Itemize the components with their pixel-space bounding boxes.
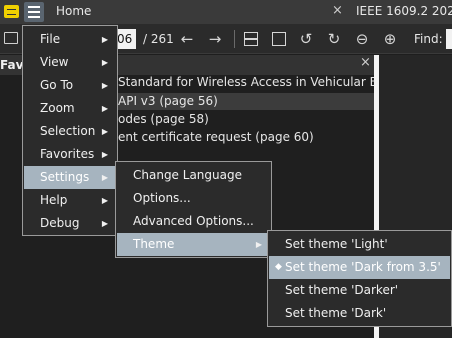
menu-item-label: Favorites	[40, 147, 95, 161]
submenu-arrow-icon: ▶	[101, 150, 108, 159]
menu-item-label: Settings	[40, 170, 90, 184]
rotate-right-icon[interactable]: ↻	[324, 29, 344, 49]
submenu-arrow-icon: ▶	[101, 219, 108, 228]
tab-close-icon[interactable]: ×	[332, 3, 343, 18]
toc-item[interactable]: API v3 (page 56)	[118, 94, 218, 108]
menu-item-zoom[interactable]: Zoom ▶	[24, 97, 116, 120]
find-label: Find:	[414, 32, 443, 46]
back-arrow-icon[interactable]: ←	[177, 29, 197, 49]
open-folder-icon[interactable]	[4, 32, 18, 44]
menu-item-theme-dark-from-3-5[interactable]: ◆ Set theme 'Dark from 3.5'	[269, 256, 450, 279]
title-bar: Home × IEEE 1609.2 2022	[0, 0, 452, 24]
zoom-out-icon[interactable]: ⊖	[352, 29, 372, 49]
submenu-arrow-icon: ▶	[101, 196, 108, 205]
panel-close-icon[interactable]: ×	[360, 55, 371, 70]
menu-item-theme-dark[interactable]: Set theme 'Dark'	[269, 302, 450, 325]
submenu-arrow-icon: ▶	[101, 58, 108, 67]
menu-item-label: Set theme 'Dark'	[285, 306, 387, 320]
submenu-arrow-icon: ▶	[255, 240, 262, 249]
tab-document[interactable]: IEEE 1609.2 2022	[356, 4, 452, 18]
submenu-arrow-icon: ▶	[101, 81, 108, 90]
submenu-arrow-icon: ▶	[101, 127, 108, 136]
hamburger-bar-icon	[28, 11, 40, 13]
menu-item-label: Debug	[40, 216, 80, 230]
toc-item[interactable]: odes (page 58)	[118, 112, 209, 126]
menu-item-label: Set theme 'Dark from 3.5'	[285, 260, 441, 274]
menu-item-label: Selection	[40, 124, 96, 138]
menu-item-label: Go To	[40, 78, 74, 92]
menu-item-label: File	[40, 32, 61, 46]
menu-item-selection[interactable]: Selection ▶	[24, 120, 116, 143]
menu-item-file[interactable]: File ▶	[24, 28, 116, 51]
toc-item[interactable]: Standard for Wireless Access in Vehicula…	[118, 75, 415, 89]
menu-item-theme[interactable]: Theme ▶	[117, 233, 270, 256]
hamburger-bar-icon	[28, 6, 40, 8]
theme-submenu: Set theme 'Light' ◆ Set theme 'Dark from…	[267, 230, 452, 327]
checked-diamond-icon: ◆	[275, 262, 282, 272]
rotate-left-icon[interactable]: ↺	[296, 29, 316, 49]
toc-item[interactable]: ent certificate request (page 60)	[118, 130, 314, 144]
menu-item-options[interactable]: Options...	[117, 187, 270, 210]
menu-item-label: Theme	[133, 237, 175, 251]
menu-item-advanced-options[interactable]: Advanced Options...	[117, 210, 270, 233]
main-menu: File ▶ View ▶ Go To ▶ Zoom ▶ Selection ▶…	[22, 25, 118, 236]
settings-submenu: Change Language Options... Advanced Opti…	[115, 161, 272, 258]
menu-item-debug[interactable]: Debug ▶	[24, 212, 116, 235]
menu-item-help[interactable]: Help ▶	[24, 189, 116, 212]
menu-item-change-language[interactable]: Change Language	[117, 164, 270, 187]
fit-page-icon[interactable]	[244, 32, 258, 46]
menu-item-label: Advanced Options...	[133, 214, 254, 228]
menu-item-label: Set theme 'Light'	[285, 237, 388, 251]
menu-item-settings[interactable]: Settings ▶	[24, 166, 116, 189]
menu-item-theme-light[interactable]: Set theme 'Light'	[269, 233, 450, 256]
hamburger-menu-button[interactable]	[24, 2, 44, 22]
submenu-arrow-icon: ▶	[101, 173, 108, 182]
menu-item-label: View	[40, 55, 69, 69]
find-input[interactable]	[446, 29, 452, 49]
menu-item-label: Options...	[133, 191, 191, 205]
zoom-in-icon[interactable]: ⊕	[380, 29, 400, 49]
app-logo-icon	[4, 5, 19, 18]
fit-width-icon[interactable]	[272, 32, 286, 46]
menu-item-go-to[interactable]: Go To ▶	[24, 74, 116, 97]
menu-item-label: Change Language	[133, 168, 242, 182]
page-number-input[interactable]: 06	[116, 29, 136, 49]
menu-item-label: Help	[40, 193, 68, 207]
menu-item-theme-darker[interactable]: Set theme 'Darker'	[269, 279, 450, 302]
toolbar-divider	[234, 30, 235, 48]
forward-arrow-icon[interactable]: →	[205, 29, 225, 49]
submenu-arrow-icon: ▶	[101, 35, 108, 44]
menu-item-label: Set theme 'Darker'	[285, 283, 399, 297]
hamburger-bar-icon	[28, 16, 40, 18]
menu-item-view[interactable]: View ▶	[24, 51, 116, 74]
tab-home[interactable]: Home	[56, 4, 91, 18]
menu-item-label: Zoom	[40, 101, 75, 115]
page-count-label: / 261	[143, 32, 174, 46]
submenu-arrow-icon: ▶	[101, 104, 108, 113]
menu-item-favorites[interactable]: Favorites ▶	[24, 143, 116, 166]
